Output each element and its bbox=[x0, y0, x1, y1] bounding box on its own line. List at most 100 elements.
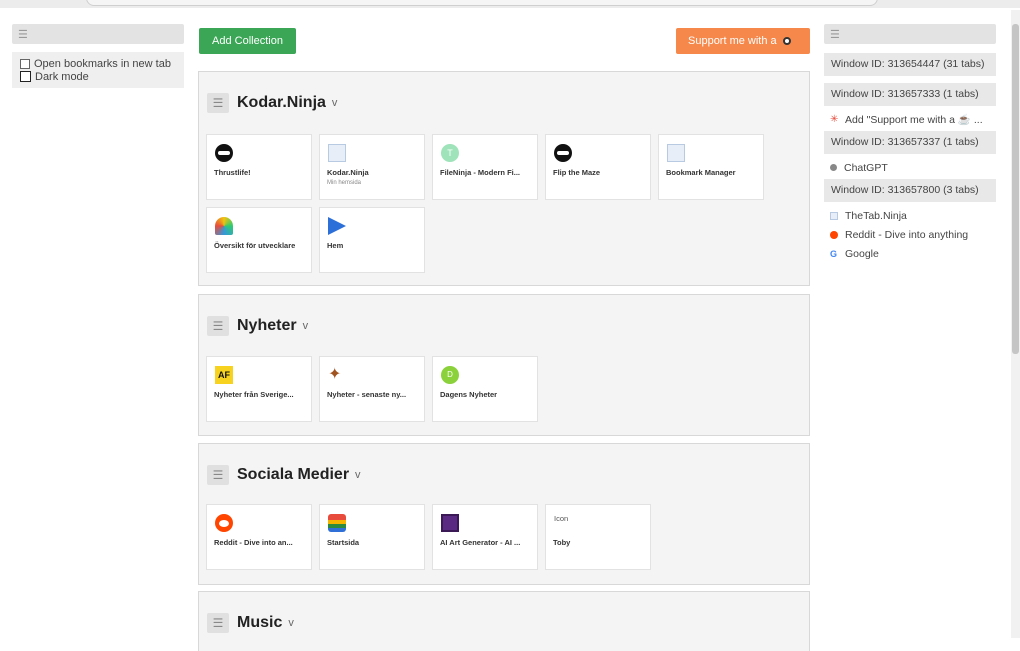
scrollbar-thumb[interactable] bbox=[1012, 24, 1019, 354]
setting-label: Open bookmarks in new tab bbox=[34, 57, 171, 70]
bookmark-title: Kodar.Ninja bbox=[327, 168, 369, 177]
collection-title: Kodar.Ninja bbox=[237, 94, 326, 111]
bug-icon: ✳ bbox=[830, 113, 839, 125]
setting-dark-mode[interactable]: Dark mode bbox=[20, 70, 176, 83]
bookmark-title: Översikt för utvecklare bbox=[214, 241, 296, 250]
tab-item[interactable]: Reddit - Dive into anything bbox=[824, 225, 996, 244]
collection-kodar-ninja: ☰ Kodar.Ninja v Thrustlife! Kodar.Ninja … bbox=[198, 71, 810, 286]
ninja-icon bbox=[554, 144, 572, 162]
chevron-down-icon[interactable]: v bbox=[332, 97, 338, 109]
document-icon bbox=[830, 211, 838, 220]
drag-handle-icon[interactable]: ☰ bbox=[207, 465, 229, 485]
bird-icon: ✦ bbox=[328, 366, 342, 383]
settings-panel: Open bookmarks in new tab Dark mode bbox=[12, 52, 184, 88]
bookmark-title: Toby bbox=[553, 538, 571, 547]
window-header[interactable]: Window ID: 313657333 (1 tabs) bbox=[824, 83, 996, 106]
main-area: Add Collection Support me with a ☰ Kodar… bbox=[198, 28, 812, 651]
collection-sociala-medier: ☰ Sociala Medier v Reddit - Dive into an… bbox=[198, 443, 810, 585]
play-icon bbox=[328, 217, 346, 235]
broken-image-icon: Icon bbox=[554, 514, 569, 523]
bookmark-card[interactable]: Flip the Maze bbox=[545, 134, 651, 200]
collection-header: ☰ Sociala Medier v bbox=[207, 464, 361, 486]
collection-header: ☰ Nyheter v bbox=[207, 315, 308, 337]
bookmark-card[interactable]: Icon Toby bbox=[545, 504, 651, 570]
tab-item[interactable]: G Google bbox=[824, 244, 996, 263]
setting-label: Dark mode bbox=[35, 70, 89, 83]
right-sidebar-handle[interactable]: ☰ bbox=[824, 24, 996, 44]
drag-handle-icon[interactable]: ☰ bbox=[207, 613, 229, 633]
drag-handle-icon[interactable]: ☰ bbox=[207, 93, 229, 113]
tab-title: Google bbox=[845, 247, 879, 260]
collection-music: ☰ Music v bbox=[198, 591, 810, 651]
bookmark-card[interactable]: Översikt för utvecklare bbox=[206, 207, 312, 273]
add-collection-button[interactable]: Add Collection bbox=[199, 28, 296, 54]
collection-title: Music bbox=[237, 614, 283, 631]
support-label: Support me with a bbox=[688, 35, 777, 47]
collection-header: ☰ Kodar.Ninja v bbox=[207, 92, 337, 114]
page-scrollbar[interactable] bbox=[1011, 10, 1020, 638]
bookmark-title: Bookmark Manager bbox=[666, 168, 736, 177]
browser-top-bar bbox=[0, 0, 1020, 8]
chevron-down-icon[interactable]: v bbox=[355, 469, 361, 481]
ninja-icon bbox=[215, 144, 233, 162]
bookmark-title: Hem bbox=[327, 241, 344, 250]
ai-art-icon bbox=[441, 514, 459, 532]
bookmark-card[interactable]: Reddit - Dive into an... bbox=[206, 504, 312, 570]
left-sidebar: ☰ Open bookmarks in new tab Dark mode bbox=[12, 24, 184, 88]
menu-icon: ☰ bbox=[18, 29, 28, 41]
bookmark-title: Dagens Nyheter bbox=[440, 390, 498, 399]
collection-title: Sociala Medier bbox=[237, 466, 350, 483]
tab-item[interactable]: TheTab.Ninja bbox=[824, 206, 996, 225]
support-button[interactable]: Support me with a bbox=[676, 28, 810, 54]
reddit-icon bbox=[215, 514, 233, 532]
checkbox-dark-mode[interactable] bbox=[20, 71, 31, 82]
setting-open-new-tab[interactable]: Open bookmarks in new tab bbox=[20, 57, 176, 70]
collection-header: ☰ Music v bbox=[207, 612, 294, 634]
bookmark-card[interactable]: AF Nyheter från Sverige... bbox=[206, 356, 312, 422]
chevron-down-icon[interactable]: v bbox=[288, 617, 294, 629]
drag-handle-icon[interactable]: ☰ bbox=[207, 316, 229, 336]
chevron-down-icon[interactable]: v bbox=[303, 320, 309, 332]
document-icon bbox=[667, 144, 685, 162]
tab-item[interactable]: ✳ Add "Support me with a ☕ ... bbox=[824, 110, 996, 129]
rainbow-icon bbox=[215, 217, 233, 235]
bookmark-title: Startsida bbox=[327, 538, 360, 547]
bookmark-card[interactable]: Kodar.Ninja Min hemsida bbox=[319, 134, 425, 200]
checkbox-open-new-tab[interactable] bbox=[20, 58, 30, 69]
tab-item[interactable]: ChatGPT bbox=[824, 158, 996, 177]
bookmark-title: Thrustlife! bbox=[214, 168, 251, 177]
chatgpt-icon bbox=[830, 164, 837, 171]
tab-title: Add "Support me with a ☕ ... bbox=[845, 114, 983, 126]
right-sidebar: ☰ Window ID: 313654447 (31 tabs) Window … bbox=[824, 24, 996, 263]
window-header[interactable]: Window ID: 313657800 (3 tabs) bbox=[824, 179, 996, 202]
bookmark-card[interactable]: AI Art Generator - AI ... bbox=[432, 504, 538, 570]
tab-title: Reddit - Dive into anything bbox=[845, 228, 969, 241]
bookmark-card[interactable]: ✦ Nyheter - senaste ny... bbox=[319, 356, 425, 422]
left-sidebar-handle[interactable]: ☰ bbox=[12, 24, 184, 44]
tab-title: TheTab.Ninja bbox=[845, 209, 907, 222]
bookmark-card[interactable]: Thrustlife! bbox=[206, 134, 312, 200]
fileninja-icon: T bbox=[441, 144, 459, 162]
bookmark-card[interactable]: Hem bbox=[319, 207, 425, 273]
bookmark-card[interactable]: Bookmark Manager bbox=[658, 134, 764, 200]
bookmark-title: FileNinja - Modern Fi... bbox=[440, 168, 521, 177]
window-header[interactable]: Window ID: 313654447 (31 tabs) bbox=[824, 53, 996, 76]
coffee-icon bbox=[782, 37, 791, 45]
window-header[interactable]: Window ID: 313657337 (1 tabs) bbox=[824, 131, 996, 154]
bookmark-title: Flip the Maze bbox=[553, 168, 601, 177]
reddit-icon bbox=[830, 230, 838, 239]
menu-icon: ☰ bbox=[830, 29, 840, 41]
bookmark-title: Nyheter från Sverige... bbox=[214, 390, 294, 399]
document-icon bbox=[328, 144, 346, 162]
bookmark-card[interactable]: T FileNinja - Modern Fi... bbox=[432, 134, 538, 200]
address-bar[interactable] bbox=[86, 0, 878, 6]
tab-title: ChatGPT bbox=[844, 161, 888, 174]
bookmark-title: Nyheter - senaste ny... bbox=[327, 390, 407, 399]
collection-nyheter: ☰ Nyheter v AF Nyheter från Sverige... ✦… bbox=[198, 294, 810, 436]
aftonbladet-icon: AF bbox=[215, 366, 233, 384]
wallet-icon bbox=[328, 514, 346, 532]
bookmark-card[interactable]: Startsida bbox=[319, 504, 425, 570]
google-icon: G bbox=[830, 248, 838, 259]
bookmark-title: AI Art Generator - AI ... bbox=[440, 538, 521, 547]
bookmark-card[interactable]: D Dagens Nyheter bbox=[432, 356, 538, 422]
